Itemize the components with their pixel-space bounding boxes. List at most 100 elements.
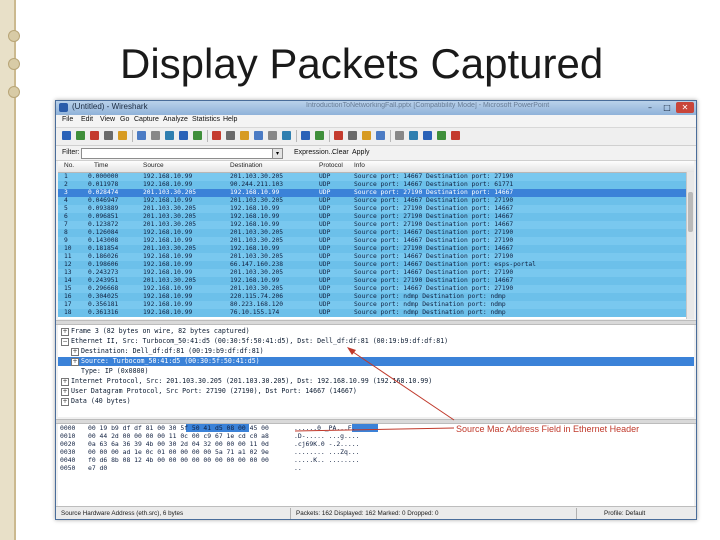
cell-no: 4 [64,197,68,204]
display-filters-icon[interactable] [409,131,418,140]
close-button[interactable]: ✕ [676,102,694,113]
packet-row[interactable]: 9 0.143008 192.168.10.99 201.103.30.205 UDP S… [58,237,694,245]
expand-icon[interactable]: + [61,328,69,336]
open-file-icon[interactable] [137,131,146,140]
filter-expression-button[interactable]: Expression... [294,149,334,156]
print-icon[interactable] [193,131,202,140]
details-tree-row[interactable]: + Source: Turbocom_50:41:d5 (00:30:5f:50:… [58,357,694,366]
window-titlebar[interactable]: (Untitled) - Wireshark IntroductionToNet… [56,101,696,115]
go-to-packet-icon[interactable] [254,131,263,140]
scrollbar-thumb[interactable] [688,192,693,232]
cell-destination: 201.103.30.205 [230,285,284,292]
cell-info: Source port: 14667 Destination port: esp… [354,261,536,268]
filter-input[interactable] [81,148,273,159]
coloring-rules-icon[interactable] [423,131,432,140]
expand-icon[interactable]: + [71,348,79,356]
collapse-icon[interactable]: − [61,338,69,346]
packet-row[interactable]: 5 0.093889 201.103.30.205 192.168.10.99 UDP S… [58,205,694,213]
go-back-icon[interactable] [226,131,235,140]
filter-dropdown-button[interactable]: ▾ [272,148,283,159]
column-header-time[interactable]: Time [94,162,108,169]
menu-analyze[interactable]: Analyze [163,116,188,123]
packet-row[interactable]: 15 0.296668 192.168.10.99 201.103.30.205 UDP… [58,285,694,293]
menu-statistics[interactable]: Statistics [192,116,220,123]
go-forward-icon[interactable] [240,131,249,140]
filter-apply-button[interactable]: Apply [352,149,370,156]
minimize-button[interactable]: – [642,102,658,113]
menu-help[interactable]: Help [223,116,237,123]
packet-row[interactable]: 2 0.011978 192.168.10.99 90.244.211.103 UDP S… [58,181,694,189]
details-tree-row[interactable]: + Frame 3 (82 bytes on wire, 82 bytes cap… [58,327,694,336]
details-tree-row[interactable]: + User Datagram Protocol, Src Port: 27190… [58,387,694,396]
capture-filters-icon[interactable] [395,131,404,140]
column-header-no[interactable]: No. [64,162,74,169]
packet-row[interactable]: 10 0.181854 201.103.30.205 192.168.10.99 UDP… [58,245,694,253]
find-packet-icon[interactable] [212,131,221,140]
preferences-icon[interactable] [437,131,446,140]
stop-capture-icon[interactable] [104,131,113,140]
expand-icon[interactable]: + [71,358,79,366]
packet-row[interactable]: 1 0.000000 192.168.10.99 201.103.30.205 UDP S… [58,173,694,181]
cell-source: 201.103.30.205 [143,189,197,196]
resize-columns-icon[interactable] [376,131,385,140]
go-last-icon[interactable] [282,131,291,140]
expand-icon[interactable]: + [61,378,69,386]
column-header-source[interactable]: Source [143,162,164,169]
expand-icon[interactable]: + [61,398,69,406]
close-file-icon[interactable] [165,131,174,140]
details-tree-row[interactable]: + Destination: Dell_df:df:81 (00:19:b9:df… [58,347,694,356]
details-tree-row[interactable]: Type: IP (0x0800) [58,367,694,376]
cell-time: 0.181854 [88,245,119,252]
packet-row[interactable]: 16 0.304025 192.168.10.99 220.115.74.206 UDP… [58,293,694,301]
details-tree-row[interactable]: + Internet Protocol, Src: 201.103.30.205 … [58,377,694,386]
packet-row[interactable]: 6 0.096851 201.103.30.205 192.168.10.99 UDP S… [58,213,694,221]
cell-source: 201.103.30.205 [143,277,197,284]
packet-list-scrollbar[interactable] [686,172,694,319]
auto-scroll-icon[interactable] [315,131,324,140]
packet-row[interactable]: 4 0.046947 192.168.10.99 201.103.30.205 UDP S… [58,197,694,205]
cell-info: Source port: 27190 Destination port: 146… [354,205,514,212]
menu-go[interactable]: Go [120,116,129,123]
hex-row[interactable]: 0020 0a 63 6a 36 39 4b 00 30 2d 04 32 00 … [58,440,694,448]
zoom-out-icon[interactable] [348,131,357,140]
details-tree-row[interactable]: − Ethernet II, Src: Turbocom_50:41:d5 (00… [58,337,694,346]
packet-row[interactable]: 18 0.361316 192.168.10.99 76.10.155.174 UDP S… [58,309,694,317]
menu-view[interactable]: View [100,116,115,123]
column-header-destination[interactable]: Destination [230,162,263,169]
cell-protocol: UDP [319,261,331,268]
details-tree-row[interactable]: + Data (40 bytes) [58,397,694,406]
packet-row[interactable]: 17 0.356181 192.168.10.99 80.223.168.120 UDP… [58,301,694,309]
capture-options-icon[interactable] [76,131,85,140]
hex-ascii: .D-..... ...g.... [294,432,360,440]
column-header-protocol[interactable]: Protocol [319,162,343,169]
packet-row[interactable]: 11 0.186026 192.168.10.99 201.103.30.205 UDP… [58,253,694,261]
menu-capture[interactable]: Capture [134,116,159,123]
hex-row[interactable]: 0040 f0 d6 8b 08 12 4b 00 00 00 00 00 00 … [58,456,694,464]
menu-file[interactable]: File [62,116,73,123]
filter-clear-button[interactable]: Clear [332,149,349,156]
save-file-icon[interactable] [151,131,160,140]
restart-capture-icon[interactable] [118,131,127,140]
zoom-in-icon[interactable] [334,131,343,140]
cell-source: 192.168.10.99 [143,173,193,180]
packet-row[interactable]: 13 0.243273 192.168.10.99 201.103.30.205 UDP… [58,269,694,277]
help-icon[interactable] [451,131,460,140]
packet-row[interactable]: 12 0.198606 192.168.10.99 66.147.160.238 UDP… [58,261,694,269]
maximize-button[interactable]: □ [659,102,675,113]
colorize-icon[interactable] [301,131,310,140]
column-header-info[interactable]: Info [354,162,365,169]
list-interfaces-icon[interactable] [62,131,71,140]
menu-edit[interactable]: Edit [81,116,93,123]
start-capture-icon[interactable] [90,131,99,140]
expand-icon[interactable]: + [61,388,69,396]
reload-icon[interactable] [179,131,188,140]
hex-row[interactable]: 0050 e7 d0.. [58,464,694,472]
normal-size-icon[interactable] [362,131,371,140]
hex-row[interactable]: 0030 00 00 00 ad 1e 0c 01 00 00 00 00 5a … [58,448,694,456]
packet-row[interactable]: 8 0.126084 192.168.10.99 201.103.30.205 UDP S… [58,229,694,237]
packet-row[interactable]: 7 0.123872 201.103.30.205 192.168.10.99 UDP S… [58,221,694,229]
go-first-icon[interactable] [268,131,277,140]
status-profile[interactable]: Profile: Default [604,510,645,517]
packet-row[interactable]: 14 0.243951 201.103.30.205 192.168.10.99 UDP… [58,277,694,285]
packet-row[interactable]: 3 0.028474 201.103.30.205 192.168.10.99 UDP S… [58,189,694,197]
